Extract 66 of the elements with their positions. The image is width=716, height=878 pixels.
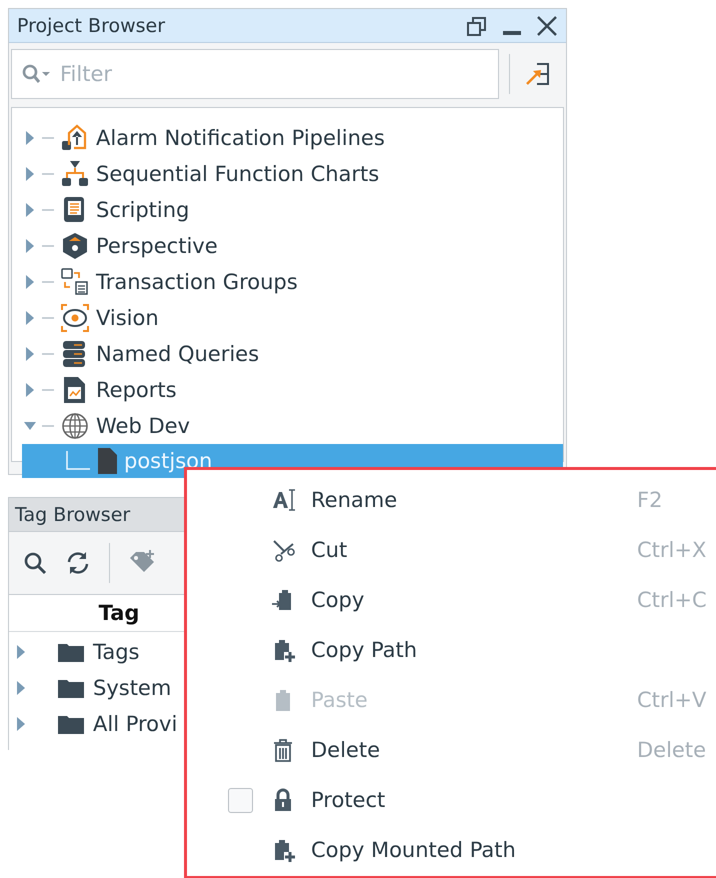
tree-item[interactable]: Perspective xyxy=(96,234,218,258)
panel-title: Project Browser xyxy=(17,14,166,36)
expand-arrow-icon[interactable] xyxy=(24,383,36,397)
expand-arrow-icon[interactable] xyxy=(15,717,27,731)
tree-connector-icon xyxy=(42,172,54,176)
tree-item[interactable]: Sequential Function Charts xyxy=(96,162,380,186)
restore-icon[interactable] xyxy=(466,14,488,36)
close-icon[interactable] xyxy=(536,14,558,36)
tree-item[interactable]: System xyxy=(93,676,172,700)
panel-title: Tag Browser xyxy=(15,504,132,526)
globe-icon xyxy=(60,411,90,441)
tree-item[interactable]: Named Queries xyxy=(96,342,260,366)
shortcut-label: Ctrl+V xyxy=(637,688,706,712)
menu-item[interactable]: Copy Path xyxy=(311,638,637,662)
folder-icon xyxy=(57,713,85,735)
tree-item[interactable]: Transaction Groups xyxy=(96,270,298,294)
expand-arrow-icon[interactable] xyxy=(15,645,27,659)
expand-arrow-icon[interactable] xyxy=(24,239,36,253)
tree-connector-icon xyxy=(42,136,54,140)
expand-arrow-icon[interactable] xyxy=(15,681,27,695)
expand-arrow-icon[interactable] xyxy=(24,203,36,217)
shortcut-label: F2 xyxy=(637,488,662,512)
shortcut-label: Ctrl+C xyxy=(637,588,707,612)
menu-item[interactable]: Copy Mounted Path xyxy=(311,838,637,862)
folder-icon xyxy=(57,677,85,699)
shortcut-label: Ctrl+X xyxy=(637,538,706,562)
expand-arrow-icon[interactable] xyxy=(24,131,36,145)
checkbox[interactable] xyxy=(228,788,253,812)
hexagon-icon xyxy=(60,231,90,261)
rename-icon xyxy=(271,488,297,512)
tree-item[interactable]: Web Dev xyxy=(96,414,190,438)
tree-connector-icon xyxy=(42,424,54,428)
menu-item[interactable]: Copy xyxy=(311,588,637,612)
shortcut-label: Delete xyxy=(637,738,706,762)
tree-connector-icon xyxy=(42,244,54,248)
tree-connector-icon xyxy=(42,316,54,320)
tree-item[interactable]: Tags xyxy=(93,640,140,664)
menu-item: Paste xyxy=(311,688,369,712)
expand-arrow-icon[interactable] xyxy=(24,275,36,289)
expand-arrow-icon[interactable] xyxy=(24,347,36,361)
expand-arrow-icon[interactable] xyxy=(24,311,36,325)
tree-item[interactable]: Vision xyxy=(96,306,159,330)
transaction-icon xyxy=(60,267,90,297)
tree-connector-icon xyxy=(42,280,54,284)
locate-arrow-icon[interactable] xyxy=(524,60,552,88)
menu-item[interactable]: Rename xyxy=(311,488,637,512)
tree-item[interactable]: Scripting xyxy=(96,198,190,222)
tree-item[interactable]: All Provi xyxy=(93,712,178,736)
eye-icon xyxy=(60,303,90,333)
menu-item[interactable]: Cut xyxy=(311,538,637,562)
tree-connector-icon xyxy=(42,352,54,356)
menu-item[interactable]: Delete xyxy=(311,738,637,762)
tree-connector-icon xyxy=(42,208,54,212)
tree-connector-icon xyxy=(42,388,54,392)
scissors-icon xyxy=(271,538,297,562)
refresh-icon[interactable] xyxy=(65,551,91,575)
tree-connector-icon xyxy=(66,451,90,471)
document-icon xyxy=(96,447,118,475)
filter-field[interactable]: Filter xyxy=(11,49,499,99)
tree-item[interactable]: Alarm Notification Pipelines xyxy=(96,126,385,150)
expand-arrow-icon[interactable] xyxy=(24,167,36,181)
search-icon[interactable] xyxy=(23,551,47,575)
folder-icon xyxy=(57,641,85,663)
flowchart-icon xyxy=(60,159,90,189)
tree-item[interactable]: Reports xyxy=(96,378,177,402)
menu-item[interactable]: Protect xyxy=(311,788,637,812)
